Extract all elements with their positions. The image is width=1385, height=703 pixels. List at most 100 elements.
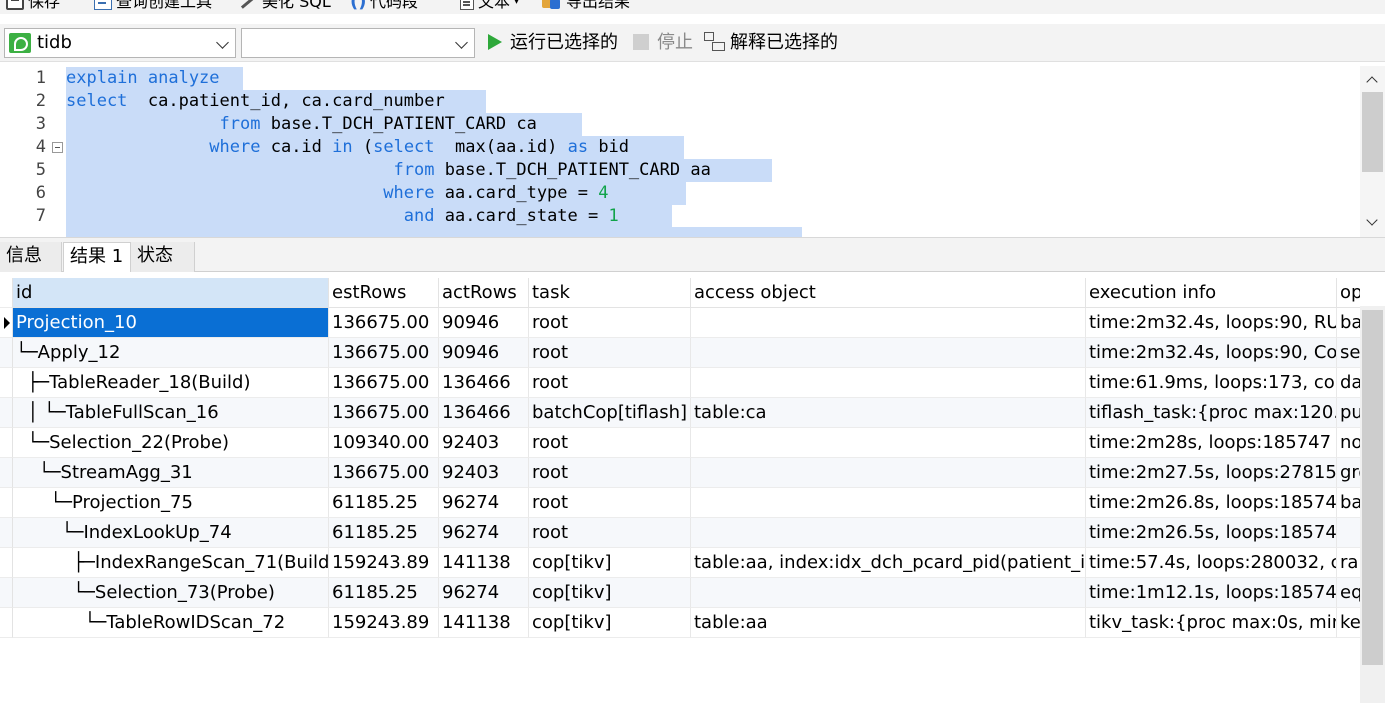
result-grid[interactable]: id estRows actRows task access object executi…: [0, 278, 1360, 703]
table-cell[interactable]: [691, 458, 1086, 488]
export-results-button[interactable]: 导出结果: [542, 0, 630, 14]
row-selector[interactable]: [0, 518, 13, 548]
tab-result-1[interactable]: 结果 1: [63, 242, 131, 272]
save-button[interactable]: 保存: [6, 0, 60, 14]
row-selector[interactable]: [0, 608, 13, 638]
table-cell[interactable]: time:2m26.5s, loops:185747,: [1086, 518, 1337, 548]
row-selector[interactable]: [0, 578, 13, 608]
table-cell[interactable]: [691, 428, 1086, 458]
table-cell[interactable]: 159243.89: [329, 608, 439, 638]
editor-scroll-thumb[interactable]: [1362, 92, 1383, 172]
table-cell[interactable]: [691, 308, 1086, 338]
row-selector[interactable]: [0, 548, 13, 578]
table-cell[interactable]: root: [529, 368, 691, 398]
table-cell[interactable]: time:1m12.1s, loops:185747, eq: [1086, 578, 1337, 608]
table-cell[interactable]: root: [529, 488, 691, 518]
table-cell[interactable]: 96274: [439, 488, 529, 518]
table-cell[interactable]: 61185.25: [329, 518, 439, 548]
table-cell[interactable]: └─Selection_22(Probe): [13, 428, 329, 458]
table-cell[interactable]: [1337, 518, 1360, 548]
table-cell[interactable]: base.t_dch_patient_card.patient_id: [1337, 308, 1360, 338]
table-cell[interactable]: 96274: [439, 518, 529, 548]
table-cell[interactable]: │ └─TableFullScan_16: [13, 398, 329, 428]
table-cell[interactable]: root: [529, 338, 691, 368]
table-cell[interactable]: 136675.00: [329, 368, 439, 398]
table-cell[interactable]: time:2m26.8s, loops:185747, ba: [1086, 488, 1337, 518]
table-cell[interactable]: root: [529, 308, 691, 338]
table-cell[interactable]: 92403: [439, 428, 529, 458]
table-cell[interactable]: 136466: [439, 398, 529, 428]
table-cell[interactable]: root: [529, 428, 691, 458]
table-cell[interactable]: group by:base.t_dch_patient_card.patient…: [1337, 458, 1360, 488]
table-cell[interactable]: table:ca: [691, 398, 1086, 428]
explain-selected-button[interactable]: 解释已选择的: [704, 28, 838, 58]
table-cell[interactable]: 61185.25: [329, 488, 439, 518]
table-cell[interactable]: ├─IndexRangeScan_71(Build): [13, 548, 329, 578]
database-select[interactable]: tidb: [4, 28, 236, 58]
table-cell[interactable]: [691, 368, 1086, 398]
table-cell[interactable]: time:2m32.4s, loops:90, Concurrency: [1086, 338, 1337, 368]
table-cell[interactable]: keep order:false: [1337, 608, 1360, 638]
code-snippet-button[interactable]: () 代码段: [350, 0, 418, 14]
column-header[interactable]: operator info: [1337, 278, 1360, 308]
table-cell[interactable]: table:aa: [691, 608, 1086, 638]
table-cell[interactable]: root: [529, 518, 691, 548]
column-header[interactable]: estRows: [329, 278, 439, 308]
table-cell[interactable]: 159243.89: [329, 548, 439, 578]
table-cell[interactable]: └─IndexLookUp_74: [13, 518, 329, 548]
query-builder-button[interactable]: 查询创建工具: [94, 0, 212, 14]
table-cell[interactable]: └─Selection_73(Probe): [13, 578, 329, 608]
row-selector[interactable]: [0, 488, 13, 518]
table-cell[interactable]: └─StreamAgg_31: [13, 458, 329, 488]
table-cell[interactable]: 141138: [439, 608, 529, 638]
table-cell[interactable]: cop[tikv]: [529, 608, 691, 638]
grid-scrollbar[interactable]: [1360, 306, 1385, 703]
table-cell[interactable]: batchCop[tiflash]: [529, 398, 691, 428]
table-cell[interactable]: table:aa, index:idx_dch_pcard_pid(patien…: [691, 548, 1086, 578]
table-cell[interactable]: cop[tikv]: [529, 578, 691, 608]
column-header[interactable]: execution info: [1086, 278, 1337, 308]
table-cell[interactable]: 61185.25: [329, 578, 439, 608]
table-cell[interactable]: Projection_10: [13, 308, 329, 338]
column-header[interactable]: access object: [691, 278, 1086, 308]
table-cell[interactable]: 92403: [439, 458, 529, 488]
table-cell[interactable]: time:2m28s, loops:185747: [1086, 428, 1337, 458]
table-cell[interactable]: time:2m27.5s, loops:278150: [1086, 458, 1337, 488]
table-cell[interactable]: time:2m32.4s, loops:90, RU:5: [1086, 308, 1337, 338]
table-cell[interactable]: semi join: [1337, 338, 1360, 368]
beautify-sql-button[interactable]: 美化 SQL: [238, 0, 331, 14]
table-cell[interactable]: time:61.9ms, loops:173, cop_task: [1086, 368, 1337, 398]
schema-select[interactable]: [241, 28, 475, 58]
table-cell[interactable]: 136675.00: [329, 458, 439, 488]
row-selector[interactable]: [0, 428, 13, 458]
table-cell[interactable]: range: decided by: [1337, 548, 1360, 578]
run-selected-button[interactable]: 运行已选择的: [488, 28, 618, 58]
table-cell[interactable]: [691, 578, 1086, 608]
row-selector[interactable]: [0, 308, 13, 338]
table-cell[interactable]: cop[tikv]: [529, 548, 691, 578]
table-cell[interactable]: [691, 338, 1086, 368]
table-cell[interactable]: 90946: [439, 308, 529, 338]
table-cell[interactable]: [691, 518, 1086, 548]
stop-button[interactable]: 停止: [633, 28, 693, 58]
text-mode-button[interactable]: 文本 ▾: [460, 0, 519, 14]
table-cell[interactable]: [691, 488, 1086, 518]
table-cell[interactable]: eq(base.t_dch_patient_card.card_state, 1…: [1337, 578, 1360, 608]
table-cell[interactable]: 136675.00: [329, 398, 439, 428]
table-cell[interactable]: 109340.00: [329, 428, 439, 458]
table-cell[interactable]: 141138: [439, 548, 529, 578]
editor-scrollbar[interactable]: [1360, 66, 1385, 237]
table-cell[interactable]: └─Projection_75: [13, 488, 329, 518]
row-selector[interactable]: [0, 368, 13, 398]
column-header[interactable]: id: [13, 278, 329, 308]
row-selector[interactable]: [0, 458, 13, 488]
table-cell[interactable]: time:57.4s, loops:280032, cop_task: [1086, 548, 1337, 578]
grid-scroll-thumb[interactable]: [1362, 310, 1383, 665]
table-cell[interactable]: 90946: [439, 338, 529, 368]
table-cell[interactable]: tikv_task:{proc max:0s, min:0s: [1086, 608, 1337, 638]
table-cell[interactable]: 136675.00: [329, 308, 439, 338]
tab-status[interactable]: 状态: [131, 242, 195, 272]
row-selector[interactable]: [0, 398, 13, 428]
table-cell[interactable]: tiflash_task:{proc max:120.3ms: [1086, 398, 1337, 428]
table-cell[interactable]: data:TableFullScan_16: [1337, 368, 1360, 398]
